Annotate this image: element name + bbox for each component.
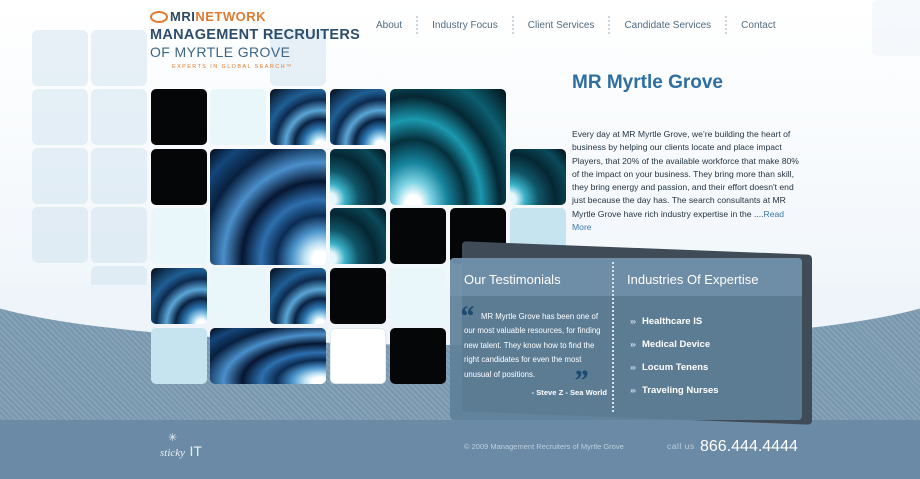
bg-tile xyxy=(32,89,88,145)
logo-brand-mri: MRI xyxy=(170,9,196,24)
mosaic-tile xyxy=(330,149,386,205)
industry-label: Medical Device xyxy=(642,339,711,350)
mosaic-tile-large xyxy=(390,89,506,205)
bg-tile xyxy=(91,30,147,86)
chevron-triple-icon: ››› xyxy=(630,363,636,372)
mosaic-tile xyxy=(151,328,207,384)
mri-logo-mark-icon xyxy=(150,10,168,23)
mosaic-tile xyxy=(330,328,386,384)
sticky-burst-icon: ✳ xyxy=(168,432,178,444)
logo-line-1: MANAGEMENT RECRUITERS xyxy=(150,27,361,43)
nav-candidate-services[interactable]: Candidate Services xyxy=(610,20,725,31)
bg-tile xyxy=(32,148,88,204)
mosaic-tile xyxy=(151,268,207,324)
mosaic-tile xyxy=(210,89,266,145)
panel-divider xyxy=(612,262,614,412)
bg-tile xyxy=(872,0,920,56)
nav-contact[interactable]: Contact xyxy=(727,20,789,31)
industry-item[interactable]: ››› Medical Device xyxy=(630,333,719,356)
bg-tile xyxy=(91,207,147,263)
bg-tile xyxy=(91,89,147,145)
nav-about[interactable]: About xyxy=(362,20,416,31)
phone-number[interactable]: 866.444.4444 xyxy=(700,438,798,456)
mosaic-tile xyxy=(151,208,207,264)
intro-body: Every day at MR Myrtle Grove, we’re buil… xyxy=(572,129,799,219)
industry-item[interactable]: ››› Traveling Nurses xyxy=(630,379,719,402)
sticky-it-label: IT xyxy=(189,443,202,459)
sticky-it-logo-icon[interactable]: ✳ sticky IT xyxy=(160,433,202,461)
page-frame: MRI NETWORK MANAGEMENT RECRUITERS OF MYR… xyxy=(0,0,920,479)
mosaic-tile xyxy=(390,328,446,384)
chevron-triple-icon: ››› xyxy=(630,340,636,349)
bg-tile xyxy=(91,148,147,204)
bg-tile xyxy=(32,207,88,263)
sticky-label: sticky xyxy=(160,447,186,459)
industries-heading: Industries Of Expertise xyxy=(627,272,759,287)
mosaic-tile-large xyxy=(210,328,326,384)
logo-line-2: OF MYRTLE GROVE xyxy=(150,44,291,60)
main-nav: About Industry Focus Client Services Can… xyxy=(362,14,790,36)
intro-text: Every day at MR Myrtle Grove, we’re buil… xyxy=(572,128,804,234)
mosaic-tile xyxy=(151,89,207,145)
testimonial-author: - Steve Z - Sea World xyxy=(531,388,607,397)
mosaic-tile xyxy=(330,268,386,324)
bg-tile xyxy=(32,30,88,86)
logo-brand: MRI NETWORK xyxy=(150,9,360,24)
nav-industry-focus[interactable]: Industry Focus xyxy=(418,20,512,31)
mosaic-tile xyxy=(151,149,207,205)
testimonials-heading: Our Testimonials xyxy=(464,272,561,287)
mosaic-tile xyxy=(510,149,566,205)
industry-label: Traveling Nurses xyxy=(642,385,719,396)
mosaic-tile xyxy=(390,268,446,324)
industry-label: Healthcare IS xyxy=(642,316,703,327)
call-us-label: call us xyxy=(667,441,695,451)
site-logo[interactable]: MRI NETWORK MANAGEMENT RECRUITERS OF MYR… xyxy=(150,9,360,70)
mosaic-tile xyxy=(330,208,386,264)
industry-label: Locum Tenens xyxy=(642,362,709,373)
nav-client-services[interactable]: Client Services xyxy=(514,20,609,31)
logo-brand-network: NETWORK xyxy=(195,9,267,24)
mosaic-tile xyxy=(390,208,446,264)
copyright-text: © 2009 Management Recruiters of Myrtle G… xyxy=(464,442,624,451)
mosaic-tile xyxy=(210,268,266,324)
mosaic-tile xyxy=(270,268,326,324)
mosaic-tile xyxy=(270,89,326,145)
logo-tagline: EXPERTS IN GLOBAL SEARCH™ xyxy=(172,64,293,70)
page-title: MR Myrtle Grove xyxy=(572,72,723,93)
chevron-triple-icon: ››› xyxy=(630,317,636,326)
mosaic-tile xyxy=(330,89,386,145)
chevron-triple-icon: ››› xyxy=(630,386,636,395)
industry-item[interactable]: ››› Healthcare IS xyxy=(630,310,719,333)
info-panel: Our Testimonials Industries Of Expertise… xyxy=(450,258,802,420)
industries-list: ››› Healthcare IS ››› Medical Device ››› Lo… xyxy=(630,310,719,402)
mosaic-tile-large xyxy=(210,149,326,265)
industry-item[interactable]: ››› Locum Tenens xyxy=(630,356,719,379)
